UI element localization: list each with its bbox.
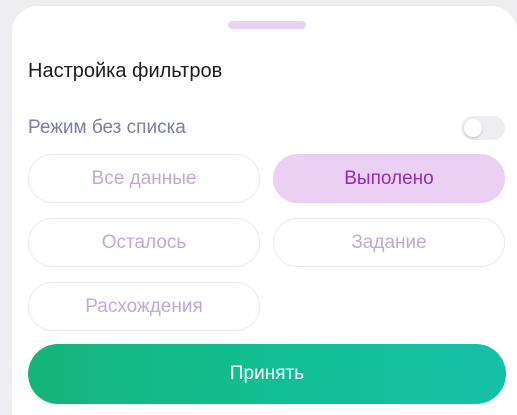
filter-chip-task[interactable]: Задание bbox=[273, 218, 505, 267]
list-mode-label: Режим без списка bbox=[28, 117, 186, 138]
drag-handle[interactable] bbox=[228, 21, 306, 29]
filter-chip-label: Расхождения bbox=[85, 295, 203, 317]
filter-chip-label: Все данные bbox=[91, 167, 197, 189]
filter-chip-remaining[interactable]: Осталось bbox=[28, 218, 260, 267]
toggle-knob bbox=[464, 119, 482, 137]
filter-chip-discrepancies[interactable]: Расхождения bbox=[28, 282, 260, 331]
filter-chip-label: Выполено bbox=[344, 167, 434, 189]
sheet-title: Настройка фильтров bbox=[28, 60, 223, 82]
filter-chip-done[interactable]: Выполено bbox=[273, 154, 505, 203]
list-mode-toggle[interactable] bbox=[461, 116, 505, 140]
accept-button[interactable]: Принять bbox=[28, 344, 506, 404]
filter-chip-label: Задание bbox=[351, 231, 427, 253]
filter-chip-all-data[interactable]: Все данные bbox=[28, 154, 260, 203]
filter-chip-label: Осталось bbox=[101, 231, 187, 253]
filter-settings-sheet: Настройка фильтров Режим без списка Все … bbox=[12, 6, 517, 415]
